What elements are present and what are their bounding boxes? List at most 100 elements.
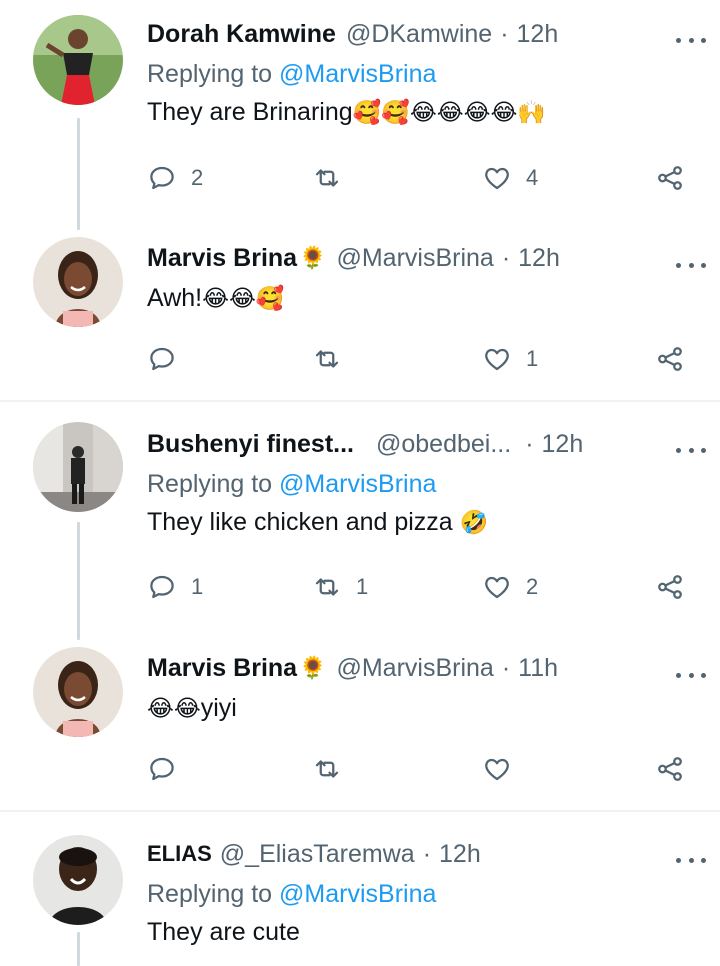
retweet-button[interactable]	[312, 339, 356, 379]
timestamp[interactable]: 12h	[542, 430, 584, 459]
retweet-icon	[315, 169, 339, 187]
like-button[interactable]: 4	[482, 158, 538, 198]
retweet-button[interactable]: 1	[312, 567, 368, 607]
tweet-emoji: 😂😂	[147, 695, 201, 721]
reply-button[interactable]	[147, 749, 191, 789]
action-bar: 2 4	[147, 158, 707, 198]
share-icon	[658, 575, 682, 599]
reply-bubble-icon	[150, 166, 174, 190]
more-dots-icon[interactable]	[676, 440, 706, 460]
share-button[interactable]	[655, 749, 685, 789]
like-button[interactable]: 2	[482, 567, 538, 607]
retweet-icon	[315, 760, 339, 778]
action-bar: 1 1 2	[147, 567, 707, 607]
replying-to-line: Replying to @MarvisBrina	[147, 466, 700, 502]
heart-icon	[485, 348, 509, 371]
avatar[interactable]	[33, 15, 123, 105]
tweet-emoji: 🥰🥰😂😂😂😂🙌	[352, 99, 547, 125]
replying-prefix: Replying to	[147, 470, 280, 498]
thread-line	[77, 118, 80, 230]
mention-link[interactable]: @MarvisBrina	[279, 880, 436, 908]
tweet-text: They like chicken and pizza 🤣	[147, 502, 700, 542]
display-name[interactable]: Marvis Brina	[147, 654, 297, 683]
like-count: 1	[526, 346, 539, 371]
name-emoji: 🌻	[299, 655, 327, 680]
tweet-text: Awh!😂😂🥰	[147, 278, 700, 318]
display-name[interactable]: ELIAS	[147, 841, 212, 867]
display-name[interactable]: Bushenyi finest...	[147, 430, 354, 459]
dot-separator: ·	[501, 243, 511, 272]
share-button[interactable]	[655, 339, 685, 379]
like-button[interactable]	[482, 749, 526, 789]
share-icon	[658, 757, 682, 781]
heart-icon	[485, 167, 509, 190]
mention-link[interactable]: @MarvisBrina	[279, 470, 436, 498]
tweet-header: Marvis Brina 🌻 @MarvisBrina · 12h	[147, 240, 700, 276]
like-count: 4	[526, 165, 539, 190]
tweet-header: Marvis Brina 🌻 @MarvisBrina · 11h	[147, 650, 700, 686]
tweet-header: Dorah Kamwine @DKamwine · 12h	[147, 16, 700, 52]
tweet-text: They are cute	[147, 912, 700, 952]
more-dots-icon[interactable]	[676, 850, 706, 870]
retweet-button[interactable]	[312, 749, 356, 789]
tweet-text-body: They are Brinaring	[147, 98, 353, 126]
user-handle[interactable]: @MarvisBrina	[336, 654, 493, 683]
timestamp[interactable]: 11h	[518, 654, 558, 683]
user-handle[interactable]: @_EliasTaremwa	[220, 840, 415, 869]
reply-button[interactable]: 2	[147, 158, 203, 198]
tweet-text-body: They like chicken and pizza	[147, 508, 460, 536]
woman-smiling-avatar	[33, 647, 123, 737]
share-button[interactable]	[655, 567, 685, 607]
tweet-emoji: 🤣	[459, 509, 489, 535]
tweet-text: 😂😂yiyi	[147, 688, 700, 728]
avatar[interactable]	[33, 647, 123, 737]
like-button[interactable]: 1	[482, 339, 538, 379]
tweet-separator	[0, 400, 720, 402]
dot-separator: ·	[501, 653, 511, 682]
reply-count: 1	[191, 574, 204, 599]
action-bar: 1	[147, 339, 707, 379]
like-count: 2	[526, 574, 539, 599]
share-icon	[658, 347, 682, 371]
thread-line	[77, 522, 80, 640]
heart-icon	[485, 576, 509, 599]
user-handle[interactable]: @DKamwine	[346, 20, 492, 49]
tweet-separator	[0, 810, 720, 812]
name-emoji: 🌻	[299, 245, 327, 270]
young-man-smiling-avatar	[33, 835, 123, 925]
retweet-icon	[315, 350, 339, 368]
reply-bubble-icon	[150, 575, 174, 599]
user-handle[interactable]: @obedbei	[376, 430, 490, 459]
thread-line	[77, 932, 80, 966]
share-button[interactable]	[655, 158, 685, 198]
retweet-button[interactable]	[312, 158, 356, 198]
timestamp[interactable]: 12h	[517, 20, 559, 49]
more-dots-icon[interactable]	[676, 665, 706, 685]
reply-bubble-icon	[150, 347, 174, 371]
avatar[interactable]	[33, 237, 123, 327]
retweet-count: 1	[356, 574, 369, 599]
action-bar	[147, 749, 707, 789]
retweet-icon	[315, 578, 339, 596]
replying-prefix: Replying to	[147, 880, 280, 908]
reply-button[interactable]: 1	[147, 567, 203, 607]
dot-separator: ·	[525, 429, 534, 458]
display-name[interactable]: Marvis Brina	[147, 244, 297, 273]
timestamp[interactable]: 12h	[518, 244, 560, 273]
more-dots-icon[interactable]	[676, 30, 706, 50]
tweet-header: ELIAS @_EliasTaremwa · 12h	[147, 836, 700, 872]
mention-link[interactable]: @MarvisBrina	[279, 60, 436, 88]
reply-button[interactable]	[147, 339, 191, 379]
tweet-text-body: They are cute	[147, 918, 300, 946]
avatar[interactable]	[33, 422, 123, 512]
avatar[interactable]	[33, 835, 123, 925]
timestamp[interactable]: 12h	[439, 840, 481, 869]
tweet-emoji: 😂😂🥰	[202, 285, 285, 311]
more-dots-icon[interactable]	[676, 255, 706, 275]
woman-in-black-red-outfit-avatar	[33, 15, 123, 105]
tweet-text-body: Awh!	[147, 284, 203, 312]
display-name[interactable]: Dorah Kamwine	[147, 20, 336, 49]
replying-to-line: Replying to @MarvisBrina	[147, 56, 700, 92]
user-handle[interactable]: @MarvisBrina	[336, 244, 493, 273]
dot-separator: ·	[422, 839, 432, 868]
